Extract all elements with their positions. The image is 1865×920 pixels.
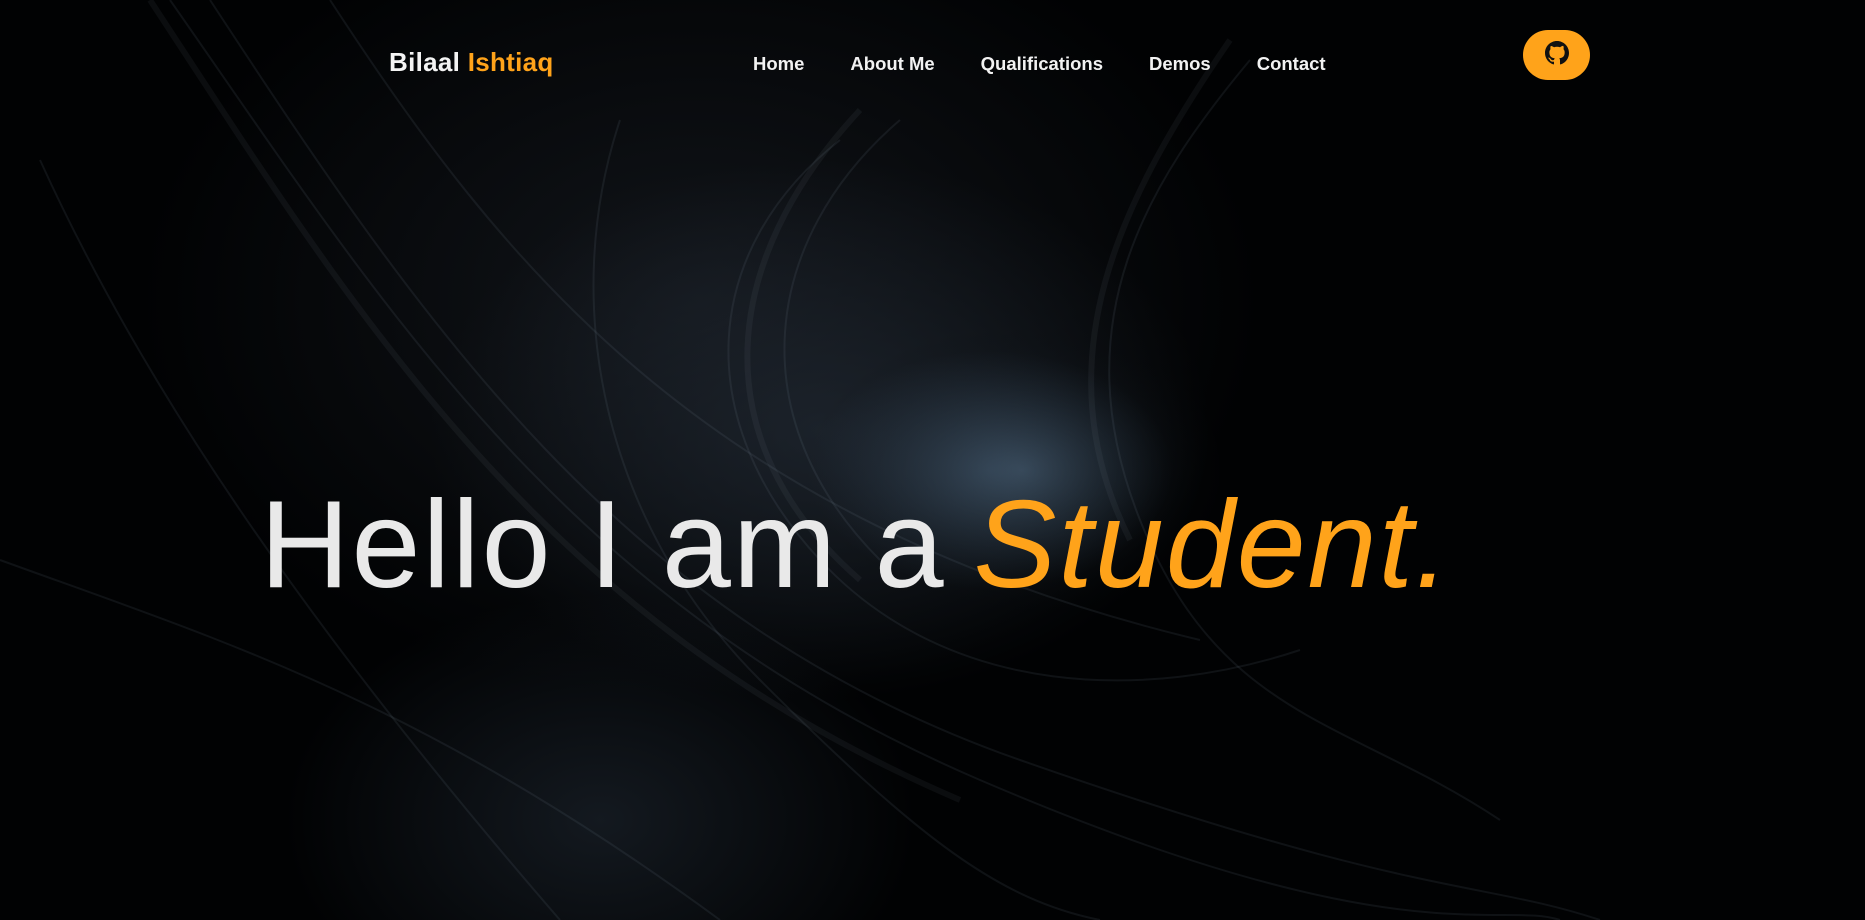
nav-link-home[interactable]: Home — [753, 53, 804, 75]
brand-first-name: Bilaal — [389, 47, 461, 77]
github-icon — [1544, 40, 1569, 70]
background-swirls — [0, 0, 1601, 920]
brand-logo[interactable]: Bilaal Ishtiaq — [389, 47, 554, 78]
nav-menu: Home About Me Qualifications Demos Conta… — [753, 53, 1326, 75]
background-fractal — [0, 0, 1865, 920]
nav-link-about-me[interactable]: About Me — [850, 53, 934, 75]
nav-link-contact[interactable]: Contact — [1257, 53, 1326, 75]
nav-link-demos[interactable]: Demos — [1149, 53, 1211, 75]
nav-link-qualifications[interactable]: Qualifications — [981, 53, 1103, 75]
hero-headline: Hello I am a Student. — [260, 475, 1452, 615]
top-navigation: Bilaal Ishtiaq Home About Me Qualificati… — [0, 0, 1865, 110]
github-button[interactable] — [1523, 30, 1590, 80]
hero-greeting: Hello I am a — [260, 476, 946, 614]
hero-role: Student. — [973, 476, 1452, 614]
brand-last-name: Ishtiaq — [467, 47, 554, 77]
